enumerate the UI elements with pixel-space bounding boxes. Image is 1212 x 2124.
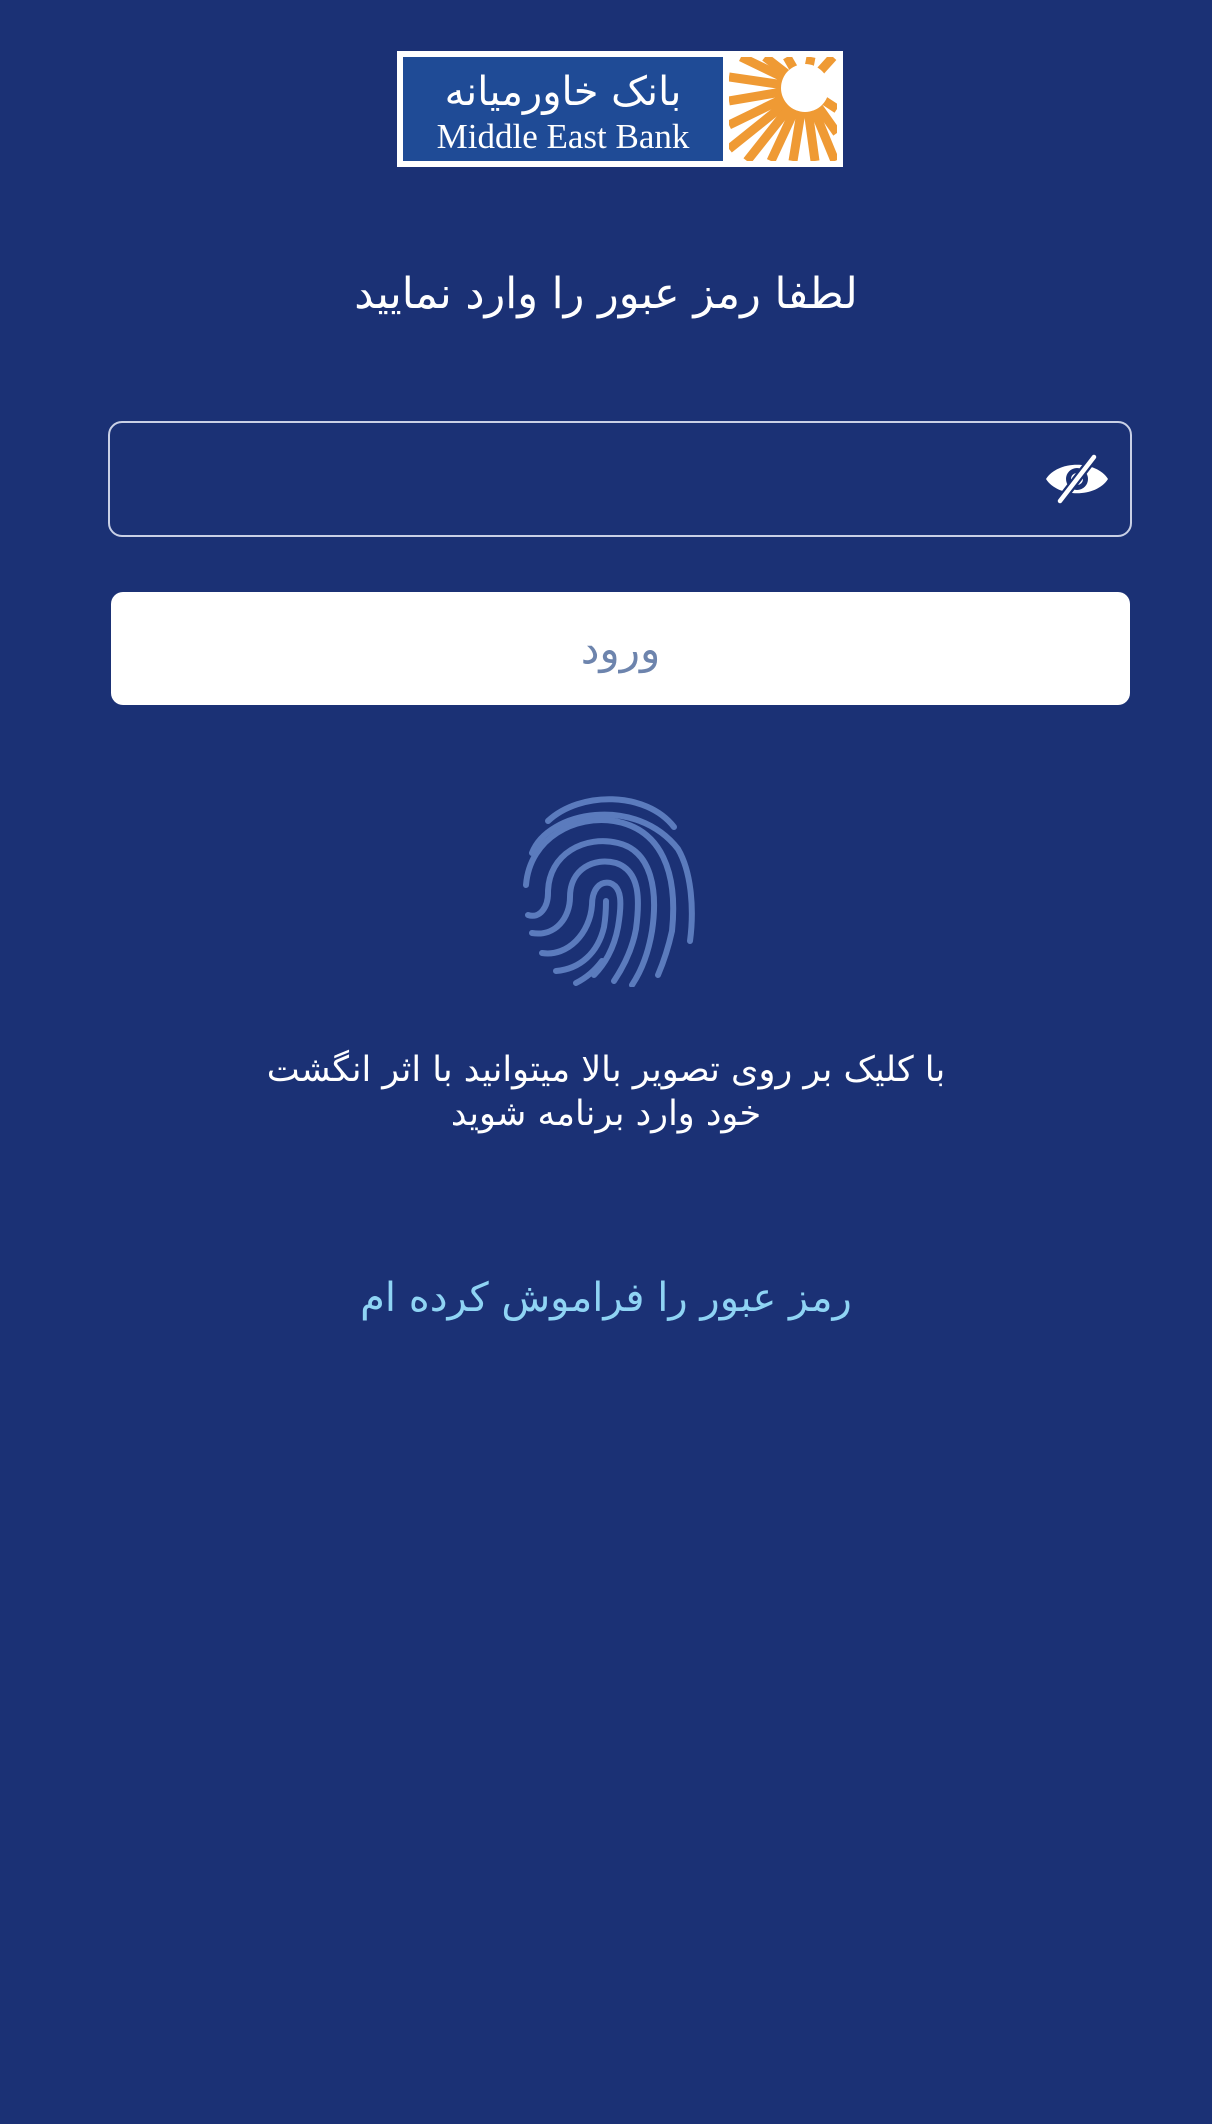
bank-logo: بانک خاورمیانه Middle East Bank xyxy=(397,51,843,167)
login-button[interactable]: ورود xyxy=(111,592,1130,705)
fingerprint-hint: با کلیک بر روی تصویر بالا میتوانید با اث… xyxy=(206,1048,1006,1136)
logo-name-panel: بانک خاورمیانه Middle East Bank xyxy=(403,57,723,161)
password-input[interactable] xyxy=(130,443,1034,517)
fingerprint-icon[interactable] xyxy=(518,793,696,987)
page-title: لطفا رمز عبور را وارد نمایید xyxy=(354,269,858,319)
forgot-password-link[interactable]: رمز عبور را فراموش کرده ام xyxy=(0,1266,1212,1330)
fingerprint-hint-line-2: خود وارد برنامه شوید xyxy=(450,1094,762,1134)
fingerprint-hint-line-1: با کلیک بر روی تصویر بالا میتوانید با اث… xyxy=(266,1050,946,1090)
sun-icon xyxy=(729,57,837,161)
password-field[interactable] xyxy=(108,421,1132,537)
logo-name-en: Middle East Bank xyxy=(436,117,690,156)
logo-name-fa: بانک خاورمیانه xyxy=(444,69,682,115)
eye-slash-icon[interactable] xyxy=(1044,453,1110,505)
